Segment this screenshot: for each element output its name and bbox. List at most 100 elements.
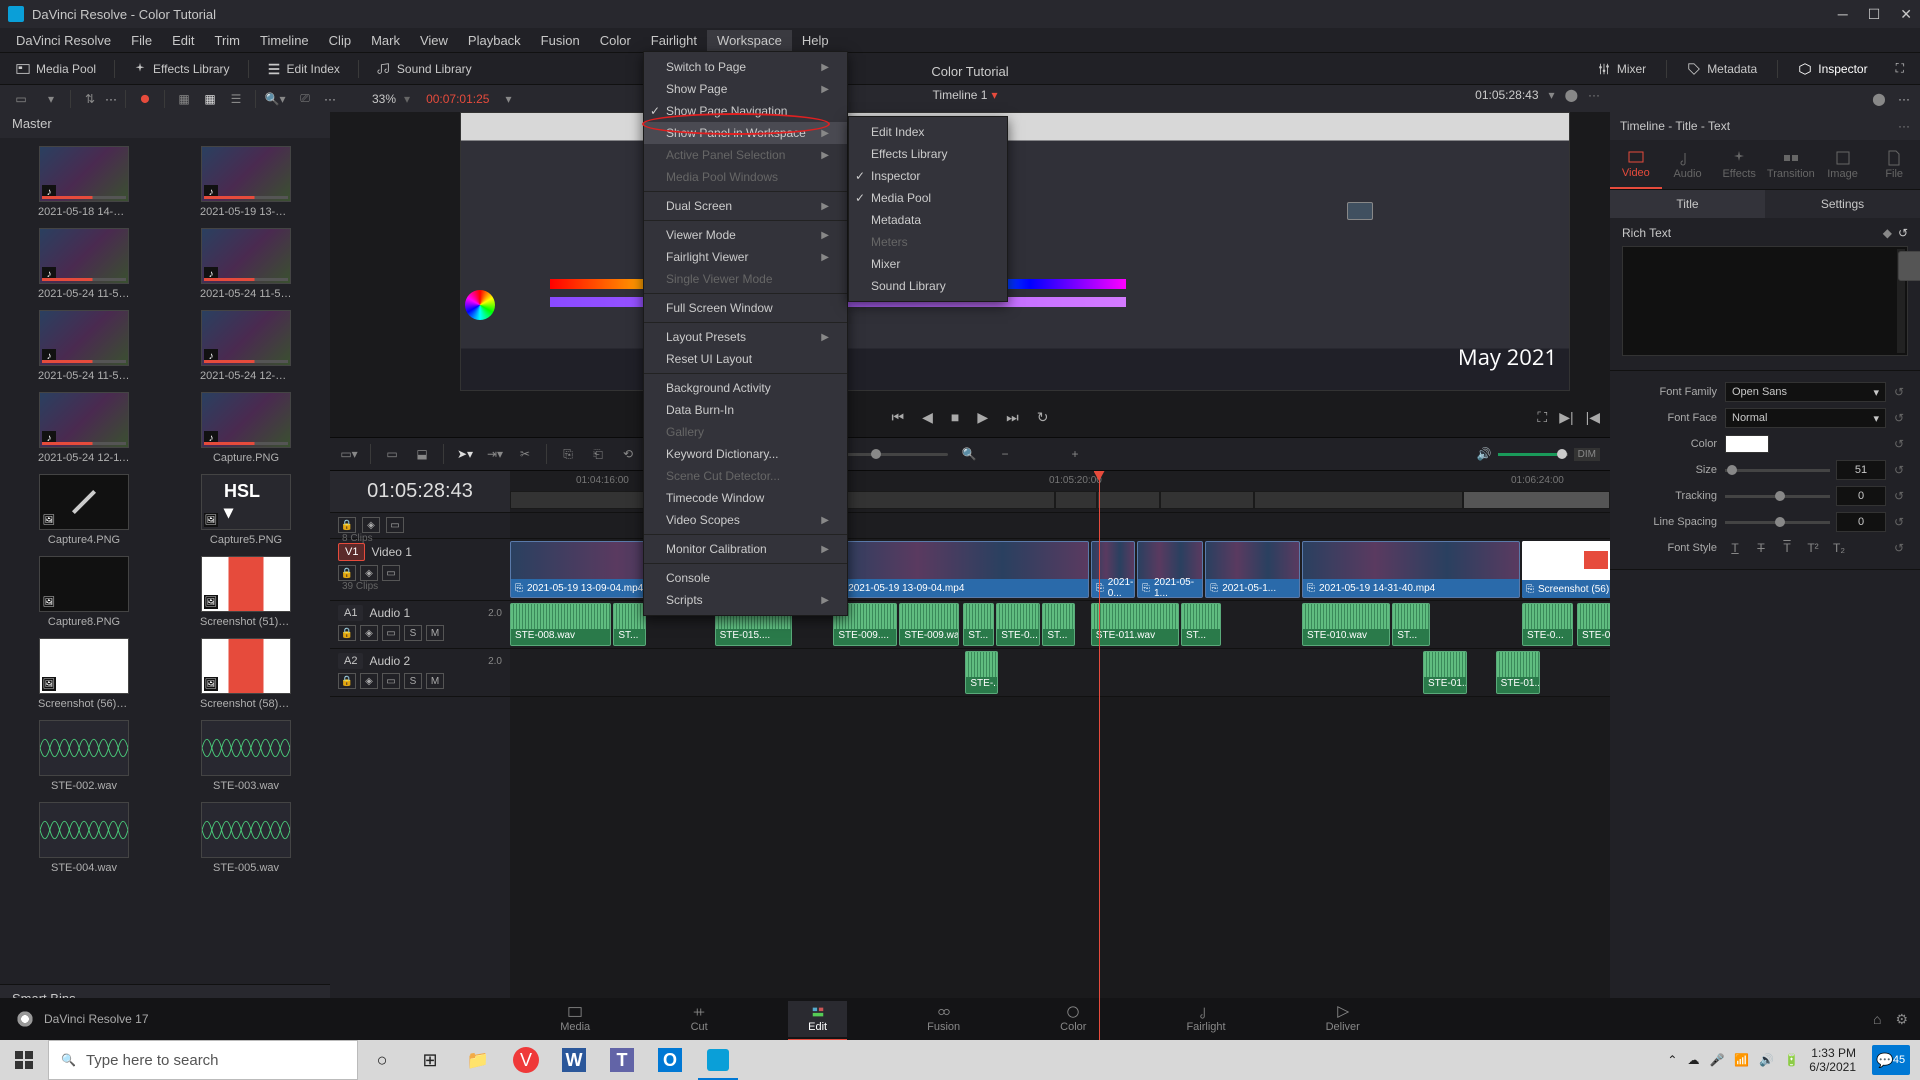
media-item[interactable]: 🖼Screenshot (56).png [8, 638, 160, 710]
timeline-clip[interactable]: ST... [1181, 603, 1221, 646]
menu-help[interactable]: Help [792, 30, 839, 51]
match-frame-button[interactable]: ⛶ [1537, 409, 1547, 426]
media-item[interactable]: STE-004.wav [8, 802, 160, 874]
reset-icon[interactable]: ↺ [1894, 541, 1908, 555]
thumb-large-icon[interactable]: ▦ [173, 88, 195, 110]
menu-item[interactable]: Show Panel in Workspace▶ [644, 122, 847, 144]
blade-icon[interactable]: ✂ [516, 445, 534, 463]
menu-item[interactable]: Timecode Window [644, 487, 847, 509]
first-frame-button[interactable]: ⏮ [892, 409, 905, 426]
submenu-item[interactable]: Edit Index [849, 121, 1007, 143]
taskbar-explorer[interactable]: 📁 [454, 1040, 502, 1080]
menu-item[interactable]: Gallery [644, 421, 847, 443]
color-swatch[interactable] [1725, 435, 1769, 453]
timeline-clip[interactable]: STE-0... [996, 603, 1040, 646]
media-item[interactable]: STE-003.wav [170, 720, 322, 792]
timeline-clip[interactable]: ⎘2021-05-1... [1205, 541, 1300, 598]
timeline-clip[interactable]: STE-010.wav [1302, 603, 1390, 646]
page-cut[interactable]: Cut [670, 1001, 728, 1037]
menu-item[interactable]: Monitor Calibration▶ [644, 538, 847, 560]
replace-icon[interactable]: ⟲ [619, 445, 637, 463]
page-edit[interactable]: Edit [788, 1001, 847, 1037]
metadata-toggle[interactable]: Metadata [1679, 59, 1765, 79]
reset-icon[interactable]: ↺ [1894, 515, 1908, 529]
edit-index-toggle[interactable]: Edit Index [259, 59, 348, 79]
media-item[interactable]: ♪2021-05-24 11-53-... [8, 228, 160, 300]
start-button[interactable] [0, 1040, 48, 1080]
inspector-toggle[interactable]: Inspector [1790, 59, 1875, 79]
page-fairlight[interactable]: Fairlight [1166, 1001, 1245, 1037]
inspector-tab-image[interactable]: Image [1817, 140, 1869, 189]
menu-fusion[interactable]: Fusion [531, 30, 590, 51]
timeline-clip[interactable]: STE-01... [1423, 651, 1467, 694]
prev-frame-button[interactable]: ◀ [922, 409, 933, 426]
settings-icon[interactable]: ⚙ [1895, 1011, 1908, 1028]
arrow-tool[interactable]: ➤▾ [456, 445, 474, 463]
selection-tool[interactable]: ▭ [383, 445, 401, 463]
taskbar-resolve[interactable] [694, 1040, 742, 1080]
menu-item[interactable]: ✓Show Page Navigation [644, 100, 847, 122]
media-item[interactable]: ♪2021-05-19 13-09-... [170, 146, 322, 218]
tray-battery-icon[interactable]: 🔋 [1784, 1053, 1799, 1067]
taskbar-teams[interactable]: T [598, 1040, 646, 1080]
options-icon[interactable]: ⬤ [1868, 88, 1890, 110]
menu-item[interactable]: Full Screen Window [644, 297, 847, 319]
section-rich-text[interactable]: Rich Text [1622, 226, 1671, 240]
taskbar-cortana[interactable]: ○ [358, 1040, 406, 1080]
menu-item[interactable]: Scripts▶ [644, 589, 847, 611]
media-pool-toggle[interactable]: Media Pool [8, 59, 104, 79]
insert-icon[interactable]: ⎘ [559, 445, 577, 463]
menu-mark[interactable]: Mark [361, 30, 410, 51]
media-item[interactable]: ♪2021-05-18 14-50-... [8, 146, 160, 218]
menu-item[interactable]: Viewer Mode▶ [644, 224, 847, 246]
prev-edit-button[interactable]: |◀ [1586, 409, 1600, 426]
reset-icon[interactable]: ↺ [1894, 385, 1908, 399]
submenu-item[interactable]: Meters [849, 231, 1007, 253]
media-item[interactable]: 🖼Screenshot (51).png [170, 556, 322, 628]
tray-chevron-icon[interactable]: ⌃ [1667, 1053, 1677, 1067]
menu-item[interactable]: Scene Cut Detector... [644, 465, 847, 487]
sound-library-toggle[interactable]: Sound Library [369, 59, 480, 79]
page-media[interactable]: Media [540, 1001, 610, 1037]
timeline-clip[interactable]: ST... [613, 603, 646, 646]
menu-item[interactable]: Fairlight Viewer▶ [644, 246, 847, 268]
submenu-item[interactable]: Effects Library [849, 143, 1007, 165]
submenu-item[interactable]: Mixer [849, 253, 1007, 275]
track-lane-a2[interactable]: STE-...STE-01...STE-01... [510, 649, 1610, 697]
next-edit-button[interactable]: ▶| [1559, 409, 1573, 426]
sort-icon[interactable]: ⇅ [79, 88, 101, 110]
reset-icon[interactable]: ↺ [1894, 489, 1908, 503]
menu-davinci-resolve[interactable]: DaVinci Resolve [6, 30, 121, 51]
media-item[interactable]: STE-005.wav [170, 802, 322, 874]
expand-button[interactable]: ⛶ [1888, 58, 1912, 79]
line-spacing-slider[interactable] [1725, 521, 1830, 524]
inspector-subtab-settings[interactable]: Settings [1765, 190, 1920, 218]
strike-button[interactable]: T [1751, 538, 1771, 558]
timeline-zoom-slider[interactable] [838, 453, 948, 456]
play-button[interactable]: ▶ [977, 409, 988, 426]
menu-timeline[interactable]: Timeline [250, 30, 319, 51]
panel-layout-icon[interactable]: ▭ [10, 88, 32, 110]
tracking-slider[interactable] [1725, 495, 1830, 498]
font-face-dropdown[interactable]: Normal▾ [1725, 408, 1886, 428]
menu-view[interactable]: View [410, 30, 458, 51]
show-panel-submenu[interactable]: Edit IndexEffects Library✓Inspector✓Medi… [848, 116, 1008, 302]
menu-item[interactable]: Video Scopes▶ [644, 509, 847, 531]
inspector-tab-video[interactable]: Video [1610, 140, 1662, 189]
subscript-button[interactable]: T₂ [1829, 538, 1849, 558]
menu-item[interactable]: Background Activity [644, 377, 847, 399]
blade-tool[interactable]: ⬓ [413, 445, 431, 463]
keyframe-icon[interactable]: ◆ [1883, 226, 1892, 240]
rich-text-input[interactable] [1622, 246, 1908, 356]
menu-file[interactable]: File [121, 30, 162, 51]
media-grid[interactable]: ♪2021-05-18 14-50-...♪2021-05-19 13-09-.… [0, 138, 330, 984]
timeline-clip[interactable]: STE-009.wav [899, 603, 958, 646]
inspector-tab-audio[interactable]: Audio [1662, 140, 1714, 189]
chevron-down-icon[interactable]: ▾ [40, 88, 62, 110]
menu-item[interactable]: Console [644, 567, 847, 589]
menu-edit[interactable]: Edit [162, 30, 204, 51]
volume-icon[interactable]: 🔊 [1477, 447, 1492, 461]
superscript-button[interactable]: T² [1803, 538, 1823, 558]
timeline-clip[interactable]: STE-... [965, 651, 998, 694]
trim-tool[interactable]: ⇥▾ [486, 445, 504, 463]
